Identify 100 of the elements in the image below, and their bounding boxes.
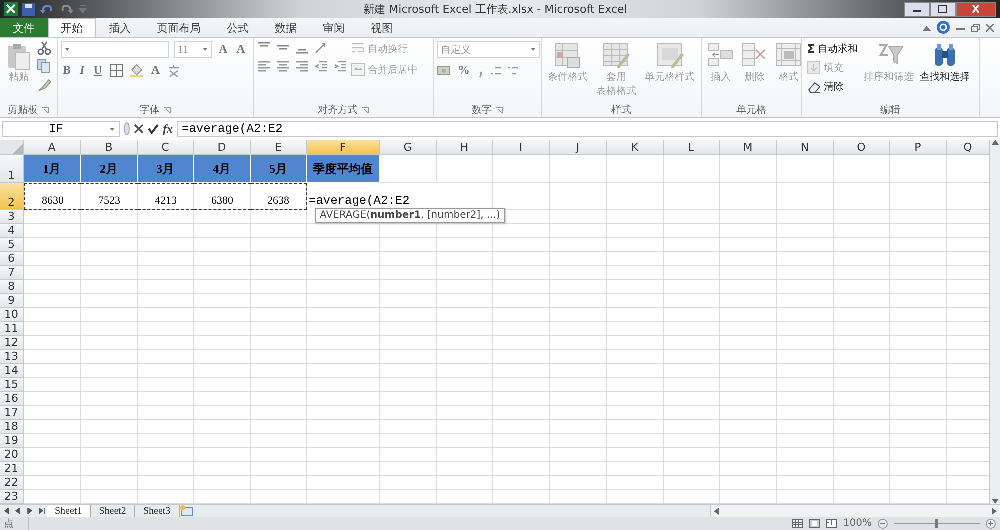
check-icon[interactable] [148,124,159,134]
column-header[interactable]: P [890,140,947,155]
phonetic-icon[interactable] [167,64,182,78]
percent-button[interactable]: % [456,63,472,78]
close-icon[interactable] [986,24,994,32]
zoom-slider-thumb[interactable] [936,519,938,528]
maximize-button[interactable] [930,2,956,16]
brush-icon[interactable] [37,78,52,92]
paint-bucket-icon[interactable] [129,63,144,78]
page-layout-icon[interactable] [809,519,820,528]
normal-view-icon[interactable] [792,519,804,528]
row-header[interactable]: 18 [0,420,24,434]
column-header[interactable]: C [138,140,194,155]
row-header[interactable]: 23 [0,490,24,504]
sheet-tab[interactable]: Sheet1 [47,505,92,517]
scroll-right-icon[interactable] [992,508,997,514]
find-select-button[interactable]: 查找和选择 [918,41,972,85]
italic-button[interactable]: I [78,63,87,78]
column-header[interactable]: D [194,140,251,155]
row-header[interactable]: 5 [0,238,24,252]
money-icon[interactable] [437,64,451,78]
row-header[interactable]: 7 [0,266,24,280]
ribbon-tab[interactable]: 审阅 [310,19,358,37]
insert-function-button[interactable]: fx [163,122,173,136]
restore-icon[interactable] [971,24,980,32]
column-header[interactable]: H [437,140,493,155]
zoom-in-icon[interactable] [986,518,996,528]
row-header[interactable]: 19 [0,434,24,448]
file-tab[interactable]: 文件 [0,18,48,37]
page-break-icon[interactable] [826,519,838,528]
column-header[interactable]: K [607,140,664,155]
scissors-icon[interactable] [37,41,52,55]
previous-sheet-icon[interactable] [15,508,22,514]
cell-editor[interactable]: =average(A2:E2 [307,183,437,210]
align-left-icon[interactable] [257,60,271,74]
cancel-icon[interactable] [134,124,144,134]
dialog-launcher-icon[interactable] [362,106,369,114]
row-header[interactable]: 15 [0,378,24,392]
align-center-icon[interactable] [276,60,290,74]
close-button[interactable] [956,2,996,16]
dialog-launcher-icon[interactable] [496,106,503,114]
last-sheet-icon[interactable] [39,508,46,514]
next-sheet-icon[interactable] [27,508,34,514]
ribbon-tab[interactable]: 视图 [358,19,406,37]
row-header[interactable]: 21 [0,462,24,476]
collapse-ribbon-icon[interactable] [923,24,931,30]
underline-button[interactable]: U [92,63,104,78]
insert-sheet-icon[interactable] [180,505,194,517]
row-header[interactable]: 6 [0,252,24,266]
font-color-button[interactable]: A [149,63,162,78]
ribbon-tab[interactable]: 开始 [48,18,96,37]
column-header[interactable]: I [493,140,550,155]
row-header[interactable]: 22 [0,476,24,490]
bold-button[interactable]: B [61,63,74,78]
vertical-scrollbar[interactable] [989,140,1000,504]
column-header[interactable]: A [24,140,81,155]
dialog-launcher-icon[interactable] [164,106,171,114]
undo-icon[interactable] [39,2,55,16]
ribbon-tab[interactable]: 公式 [214,19,262,37]
row-header[interactable]: 10 [0,308,24,322]
excel-logo-icon[interactable] [4,2,18,16]
row-header[interactable]: 9 [0,294,24,308]
column-header[interactable]: O [834,140,890,155]
ribbon-tab[interactable]: 数据 [262,19,310,37]
decrease-font-size-button[interactable]: A [234,42,248,57]
column-header[interactable]: F [307,140,380,155]
column-header[interactable]: N [777,140,834,155]
row-header[interactable]: 13 [0,350,24,364]
increase-font-size-button[interactable]: A [217,42,230,57]
text-angle-icon[interactable] [314,41,328,55]
help-icon[interactable] [937,21,950,34]
increase-indent-icon[interactable] [333,60,347,74]
column-header[interactable]: G [380,140,437,155]
row-header[interactable]: 20 [0,448,24,462]
column-header[interactable]: J [550,140,607,155]
row-header[interactable]: 17 [0,406,24,420]
save-icon[interactable] [22,2,35,16]
column-header[interactable]: Q [947,140,990,155]
row-header[interactable]: 3 [0,210,24,224]
row-header[interactable]: 4 [0,224,24,238]
row-header[interactable]: 11 [0,322,24,336]
minimize-button[interactable] [904,2,930,16]
border-grid-icon[interactable] [109,63,124,78]
font-name-field[interactable] [61,41,169,58]
align-right-icon[interactable] [295,60,309,74]
row-header[interactable]: 8 [0,280,24,294]
first-sheet-icon[interactable] [3,508,10,514]
redo-icon[interactable] [59,2,75,16]
scroll-up-icon[interactable] [992,140,998,145]
name-box[interactable]: IF [2,121,120,137]
scroll-left-icon[interactable] [714,508,719,514]
horizontal-scrollbar[interactable] [710,505,1000,517]
ribbon-tab[interactable]: 插入 [96,19,144,37]
row-header[interactable]: 1 [0,155,24,183]
customize-icon[interactable] [79,4,87,14]
column-header[interactable]: B [81,140,138,155]
ribbon-tab[interactable]: 页面布局 [144,19,214,37]
column-header[interactable]: L [664,140,720,155]
column-header[interactable]: E [251,140,307,155]
autosum-button[interactable]: Σ 自动求和 [805,41,860,57]
